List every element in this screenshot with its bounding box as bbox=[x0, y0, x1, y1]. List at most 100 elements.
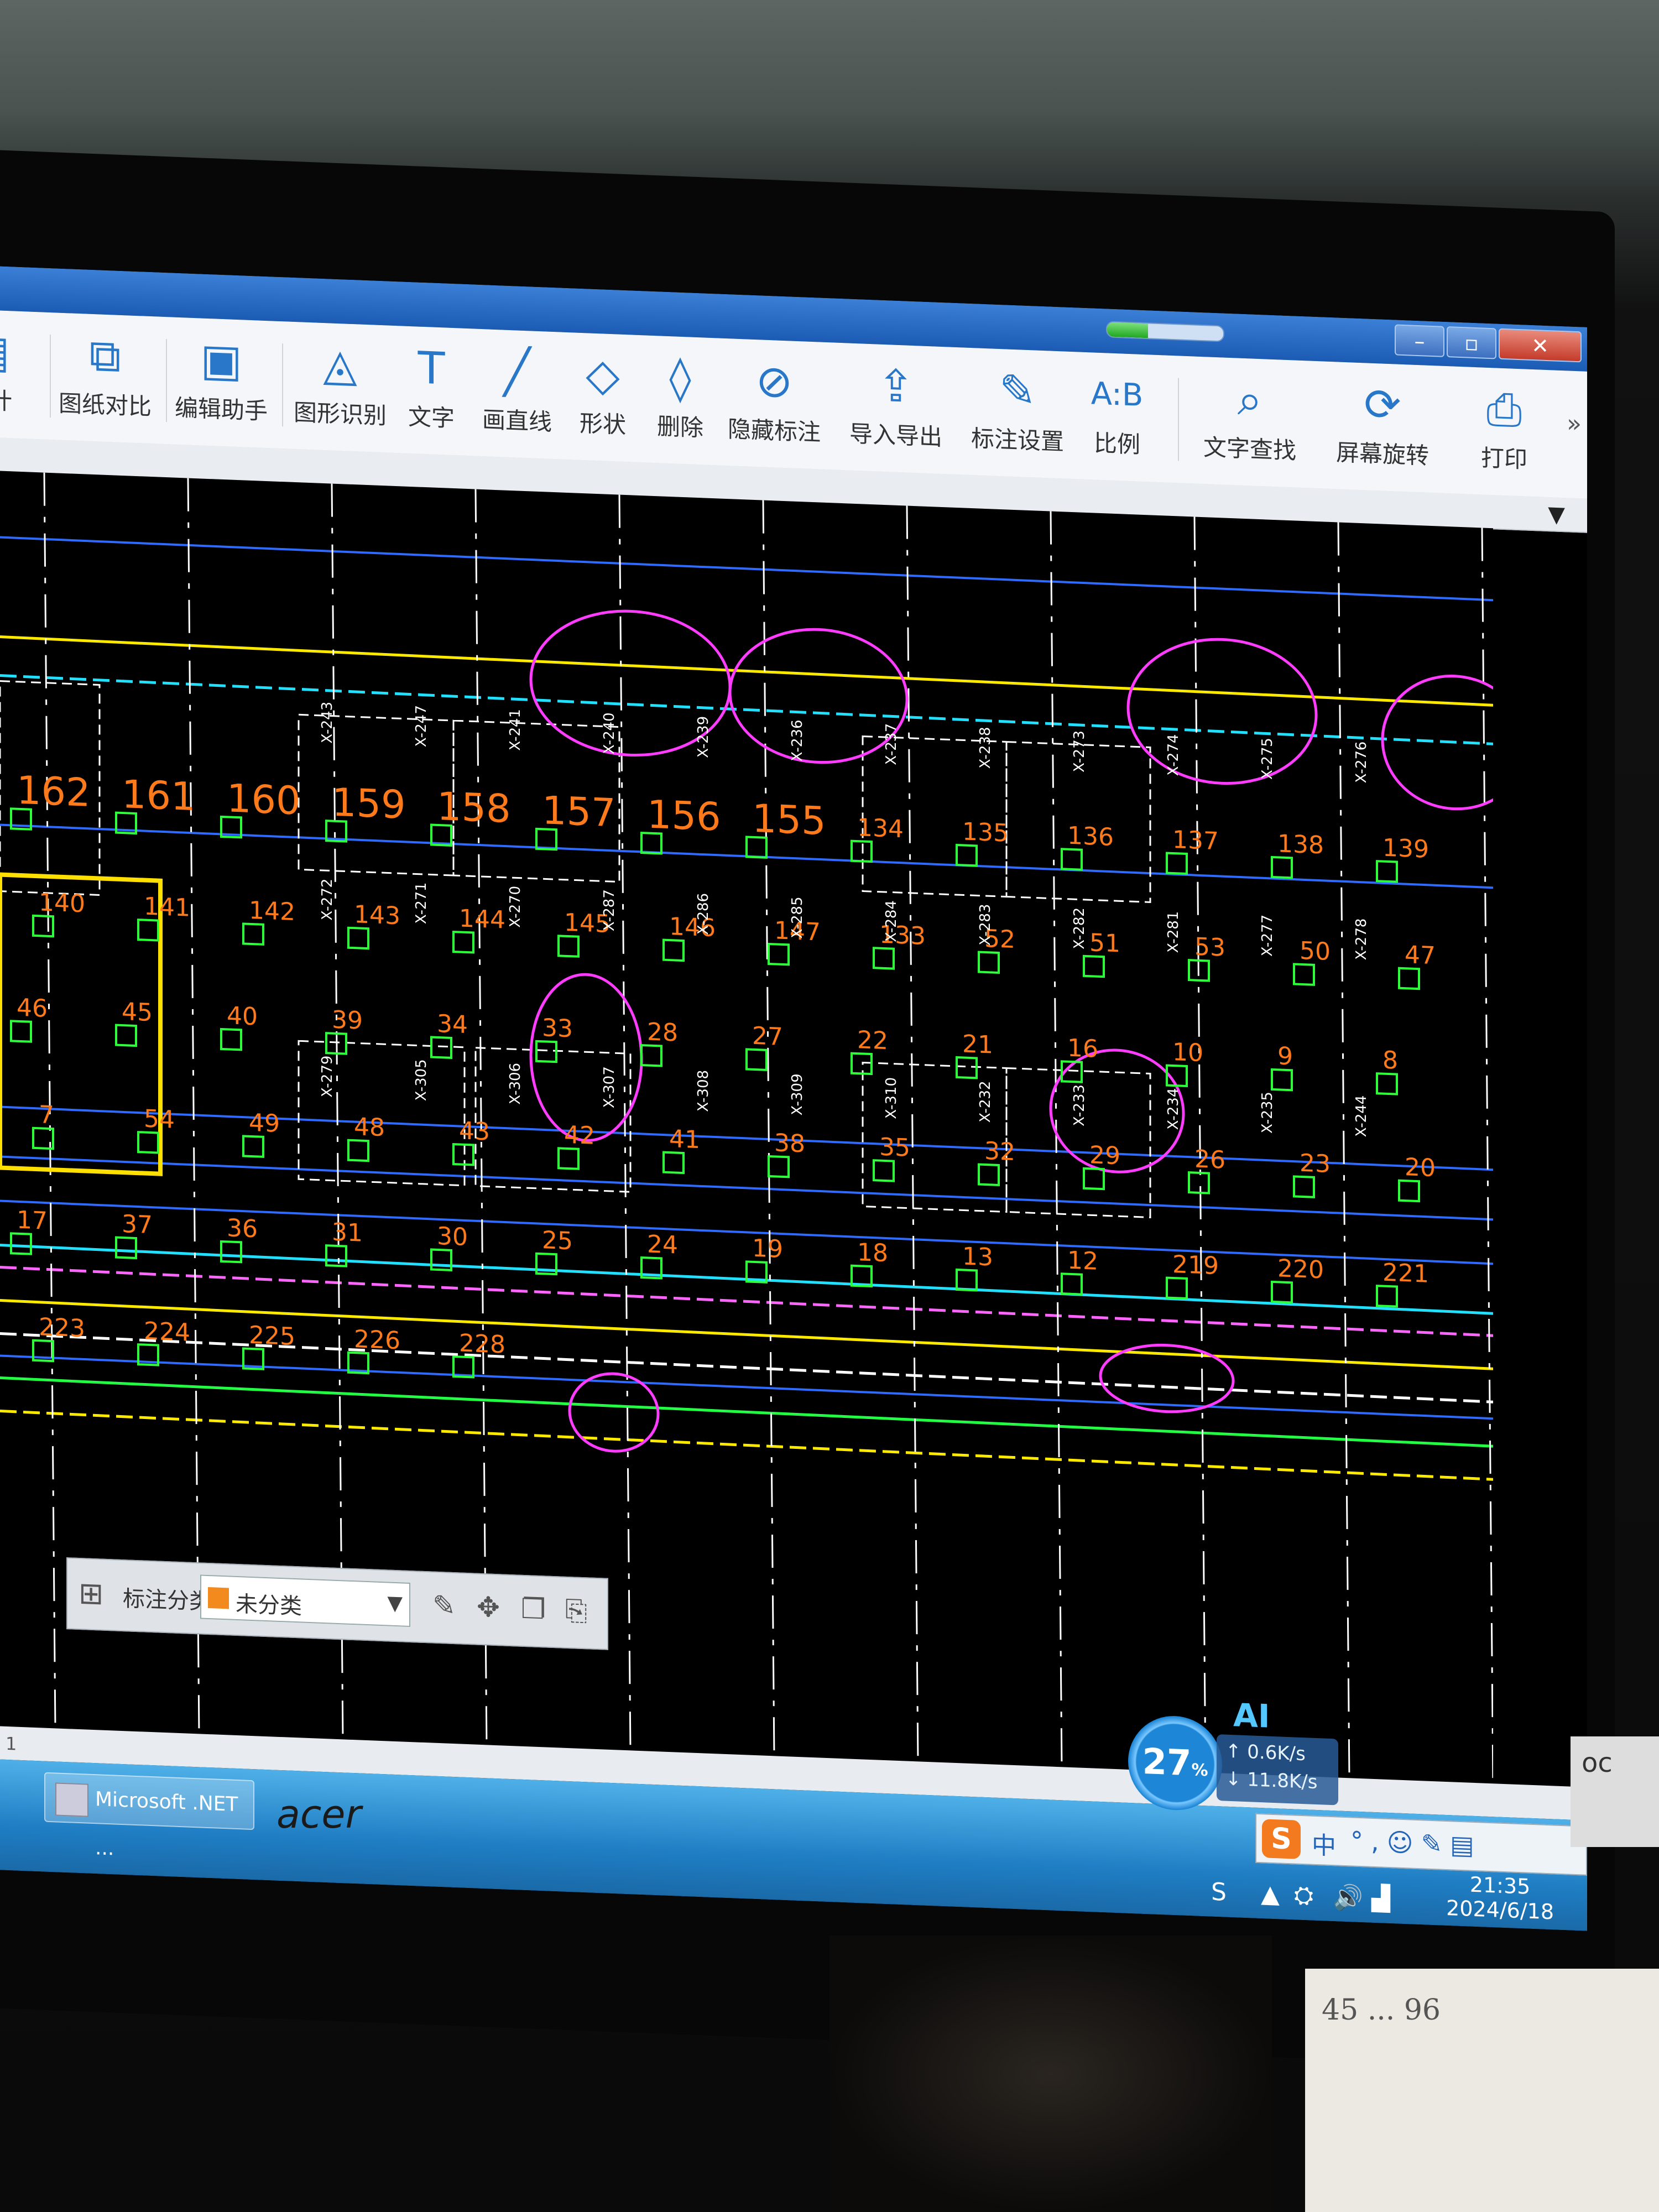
revision-cloud bbox=[1126, 638, 1318, 785]
room-number-label: 13 bbox=[962, 1242, 993, 1271]
room-number-label: 140 bbox=[39, 888, 85, 918]
room-number-label: 7 bbox=[39, 1100, 54, 1129]
device-marker bbox=[430, 1248, 452, 1271]
room-number-label: 39 bbox=[332, 1006, 363, 1035]
grid-axis-line bbox=[331, 483, 344, 1740]
device-marker bbox=[1376, 1072, 1398, 1095]
clock-date: 2024/6/18 bbox=[1446, 1896, 1554, 1924]
stats-icon: ▦ bbox=[0, 325, 10, 378]
device-marker bbox=[1293, 1175, 1315, 1198]
tool-screen-rotate[interactable]: ⟳ 屏幕旋转 bbox=[1327, 373, 1438, 482]
sogou-logo-icon: S bbox=[1262, 1819, 1301, 1859]
room-number-label: 142 bbox=[249, 896, 295, 926]
room-tag-label: X-236 bbox=[789, 719, 806, 762]
room-tag-label: X-240 bbox=[601, 712, 618, 755]
signal-icon[interactable]: ▟ bbox=[1371, 1884, 1390, 1913]
room-number-label: 53 bbox=[1194, 933, 1225, 962]
maximize-button[interactable]: ▫ bbox=[1447, 326, 1496, 359]
tool-stats[interactable]: ▦ 统计 bbox=[0, 319, 44, 429]
room-number-label: 31 bbox=[332, 1218, 363, 1248]
room-number-label: 19 bbox=[752, 1234, 783, 1264]
tool-scale[interactable]: A:B 比例 bbox=[1062, 362, 1172, 472]
tool-compare[interactable]: ⧉ 图纸对比 bbox=[50, 324, 160, 433]
room-number-label: 30 bbox=[437, 1222, 468, 1251]
annotation-category-select[interactable]: 未分类 ▼ bbox=[200, 1574, 410, 1627]
room-number-label: 224 bbox=[144, 1317, 190, 1347]
download-rate: ↓ 11.8K/s bbox=[1225, 1767, 1318, 1794]
sogou-tray-icon[interactable]: S bbox=[1211, 1878, 1227, 1907]
status-text: 1 bbox=[6, 1733, 17, 1755]
device-marker bbox=[873, 1159, 895, 1182]
taskbar-item[interactable]: Microsoft .NET ... bbox=[44, 1772, 254, 1860]
tool-annotation-settings[interactable]: ✎ 标注设置 bbox=[962, 358, 1073, 468]
tool-import-export[interactable]: ⇪ 导入导出 bbox=[841, 354, 951, 463]
room-number-label: 134 bbox=[857, 813, 904, 843]
network-speed-widget[interactable]: 27% AI ↑ 0.6K/s ↓ 11.8K/s bbox=[1128, 1696, 1338, 1822]
room-tag-label: X-277 bbox=[1259, 915, 1276, 957]
room-number-label: 162 bbox=[17, 768, 91, 816]
move-icon[interactable]: ✥ bbox=[477, 1591, 500, 1624]
network-icon[interactable]: ⛭ bbox=[1294, 1881, 1313, 1910]
copy-icon[interactable]: ❐ bbox=[521, 1593, 546, 1626]
volume-icon[interactable]: 🔊 bbox=[1333, 1882, 1363, 1912]
room-number-label: 223 bbox=[39, 1313, 85, 1343]
device-marker bbox=[978, 1163, 1000, 1186]
room-number-label: 10 bbox=[1172, 1038, 1203, 1067]
wire-line bbox=[0, 635, 1493, 707]
room-tag-label: X-279 bbox=[319, 1055, 336, 1098]
device-marker bbox=[220, 1240, 242, 1264]
app-icon bbox=[55, 1782, 88, 1817]
room-tag-label: X-270 bbox=[507, 885, 524, 928]
device-marker bbox=[220, 1027, 242, 1051]
text-search-icon: ⌕ bbox=[1237, 373, 1262, 426]
device-marker bbox=[535, 1040, 557, 1063]
room-number-label: 47 bbox=[1405, 941, 1436, 970]
room-number-label: 18 bbox=[857, 1238, 888, 1267]
room-number-label: 32 bbox=[984, 1137, 1015, 1166]
ime-tools-icon[interactable]: °,☺✎▤ bbox=[1350, 1825, 1482, 1860]
room-tag-label: X-308 bbox=[695, 1070, 712, 1112]
annotation-settings-icon: ✎ bbox=[999, 364, 1036, 418]
monitor-brand: acer bbox=[276, 1792, 362, 1837]
device-marker bbox=[1271, 1068, 1293, 1092]
edit-annotation-icon[interactable]: ✎ bbox=[432, 1589, 456, 1623]
clock[interactable]: 21:35 2024/6/18 bbox=[1446, 1871, 1554, 1924]
ime-bar[interactable]: S 中 °,☺✎▤ bbox=[1255, 1813, 1587, 1876]
collapse-arrow-icon[interactable]: ▼ bbox=[1548, 502, 1565, 528]
toolbar-more-button[interactable]: » bbox=[1567, 409, 1582, 438]
device-marker bbox=[1166, 852, 1188, 875]
room-number-label: 225 bbox=[249, 1321, 295, 1351]
room-number-label: 54 bbox=[144, 1105, 175, 1134]
room-tag-label: X-272 bbox=[319, 878, 336, 921]
room-number-label: 45 bbox=[122, 998, 153, 1027]
edit-helper-icon: ▣ bbox=[200, 333, 242, 387]
room-number-label: 141 bbox=[144, 893, 190, 922]
room-tag-label: X-237 bbox=[883, 723, 900, 765]
wire-line bbox=[0, 1332, 1493, 1404]
room-number-label: 143 bbox=[354, 900, 400, 930]
ime-mode[interactable]: 中 bbox=[1312, 1825, 1336, 1862]
room-number-label: 34 bbox=[437, 1010, 468, 1039]
room-tag-label: X-247 bbox=[413, 705, 430, 748]
room-number-label: 157 bbox=[542, 787, 616, 836]
cpu-usage-value: 27 bbox=[1142, 1741, 1192, 1785]
tool-edit-helper[interactable]: ▣ 编辑助手 bbox=[166, 328, 276, 437]
wire-line bbox=[0, 536, 1493, 602]
paste-icon[interactable]: ⎘ bbox=[565, 1594, 587, 1628]
room-number-label: 22 bbox=[857, 1026, 888, 1055]
tool-hide-annotation-label: 隐藏标注 bbox=[727, 415, 821, 446]
room-tag-label: X-305 bbox=[413, 1059, 430, 1102]
device-marker bbox=[32, 914, 54, 938]
show-hidden-icon[interactable]: ▲ bbox=[1261, 1880, 1280, 1908]
room-number-label: 156 bbox=[647, 792, 721, 840]
device-marker bbox=[662, 1151, 685, 1175]
tool-print[interactable]: ⎙ 打印 bbox=[1449, 377, 1559, 487]
device-marker bbox=[956, 1268, 978, 1292]
close-button[interactable]: ✕ bbox=[1499, 328, 1582, 363]
load-progress-fill bbox=[1107, 322, 1148, 338]
tool-hide-annotation[interactable]: ⊘ 隐藏标注 bbox=[719, 349, 830, 458]
tool-text-search[interactable]: ⌕ 文字查找 bbox=[1194, 368, 1305, 477]
minimize-button[interactable]: – bbox=[1395, 324, 1444, 357]
device-marker bbox=[325, 1244, 347, 1267]
room-tag-label: X-274 bbox=[1165, 734, 1182, 776]
